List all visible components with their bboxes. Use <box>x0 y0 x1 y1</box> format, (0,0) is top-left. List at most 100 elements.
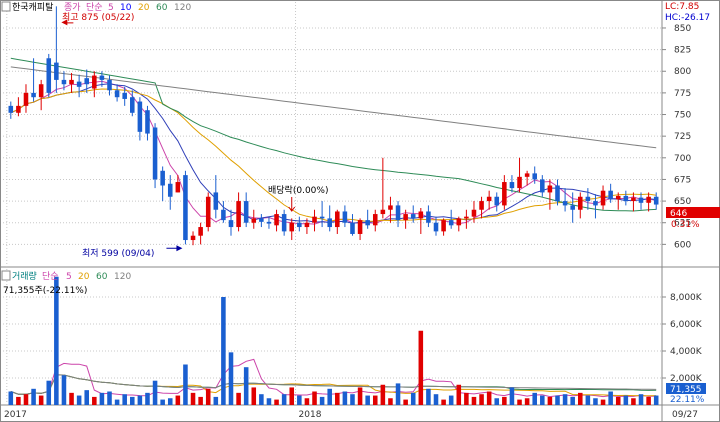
volume-bar <box>494 398 500 405</box>
price-legend-item: 20 <box>138 3 150 13</box>
volume-bar <box>274 399 279 405</box>
candle-body <box>562 201 568 206</box>
candle <box>426 205 431 228</box>
volume-tick-label: 6,000K <box>670 320 703 330</box>
volume-tick-label: 2,000K <box>670 374 703 384</box>
price-legend: 종가 단순 5 10 20 60 120 <box>64 2 191 13</box>
price-legend-item: 5 <box>108 3 114 13</box>
candle <box>289 218 295 241</box>
date-tick-label: 09/27 <box>672 410 698 420</box>
volume-bar <box>555 395 560 405</box>
candle-body <box>653 196 659 205</box>
candle <box>221 201 226 223</box>
candle <box>236 192 241 232</box>
candle <box>46 53 52 98</box>
volume-bar <box>92 396 97 405</box>
candle <box>8 101 14 119</box>
candle-body <box>198 227 203 236</box>
candle <box>350 214 355 236</box>
candle-body <box>372 214 378 226</box>
price-legend-item: 종가 <box>64 2 81 13</box>
volume-bar <box>23 394 29 405</box>
volume-bar <box>448 395 454 405</box>
volume-bar <box>190 392 196 405</box>
price-legend-item: 단순 <box>86 2 103 13</box>
volume-bar <box>259 394 264 405</box>
candle-body <box>388 205 393 210</box>
candle-body <box>335 211 340 228</box>
volume-bar <box>8 391 14 405</box>
candle-body <box>418 211 424 219</box>
candle-body <box>517 176 522 189</box>
candle <box>418 208 424 234</box>
candle-body <box>410 214 416 219</box>
volume-bar <box>532 392 537 405</box>
volume-bar <box>547 396 553 405</box>
candle <box>502 175 507 210</box>
volume-bar <box>69 392 74 405</box>
volume-bar <box>342 391 348 405</box>
candle <box>137 97 143 141</box>
price-tick-label: 650 <box>674 197 691 207</box>
volume-bar <box>426 388 431 405</box>
candle-body <box>357 220 363 234</box>
candle-body <box>433 222 439 232</box>
volume-bar <box>350 394 355 405</box>
candle-body <box>114 90 120 98</box>
volume-bar <box>107 391 112 405</box>
current-volume-ratio: 22.11% <box>670 395 705 405</box>
volume-bar <box>76 395 82 405</box>
volume-bar <box>327 388 332 405</box>
candle-body <box>502 182 507 206</box>
candle-body <box>38 84 44 98</box>
candle-body <box>54 62 59 80</box>
candle-body <box>130 97 135 113</box>
volume-bar <box>509 387 515 405</box>
dividend-annotation: 배당락(0.00%) <box>268 184 328 212</box>
candle <box>335 209 340 234</box>
volume-bar <box>251 387 257 405</box>
legend-toggle-icon[interactable] <box>1 1 11 12</box>
candle <box>631 192 636 212</box>
candle-body <box>327 218 332 228</box>
candle-body <box>479 201 484 210</box>
candle <box>251 209 257 229</box>
candle-body <box>84 78 90 85</box>
candle-body <box>631 197 636 202</box>
dividend-annotation-text: 배당락(0.00%) <box>268 184 328 196</box>
volume-bar <box>479 394 484 405</box>
volume-bar <box>433 394 439 405</box>
candle-body <box>107 79 112 91</box>
volume-legend-toggle-icon[interactable] <box>1 270 11 281</box>
price-tick-label: 600 <box>674 240 691 250</box>
candle <box>372 209 378 232</box>
candle-body <box>243 201 249 223</box>
candle <box>312 209 317 232</box>
candle-body <box>31 92 36 98</box>
volume-tick-label: 4,000K <box>670 347 703 357</box>
candle <box>213 175 219 219</box>
price-legend-title: 한국캐피탈 <box>12 2 53 13</box>
candle-body <box>137 101 143 132</box>
candle <box>16 97 21 117</box>
volume-bar <box>122 394 127 405</box>
candle-body <box>205 196 211 228</box>
candle-body <box>16 105 21 113</box>
high-annotation: 최고 875 (05/22) <box>61 12 134 26</box>
volume-bar <box>289 387 295 405</box>
volume-bar <box>608 391 613 405</box>
volume-legend-item: 120 <box>114 272 131 282</box>
volume-bar <box>372 395 378 405</box>
candle-body <box>274 214 279 226</box>
candle <box>623 190 629 206</box>
candle <box>31 58 36 102</box>
volume-bar <box>456 384 462 405</box>
volume-bar <box>380 384 386 405</box>
volume-bar <box>615 396 621 405</box>
volume-bar <box>319 396 325 405</box>
volume-bar <box>243 367 249 405</box>
volume-bar <box>593 398 598 405</box>
low-arrow-icon <box>166 245 183 252</box>
current-price: 646 <box>670 209 687 219</box>
volume-bar <box>145 392 150 405</box>
